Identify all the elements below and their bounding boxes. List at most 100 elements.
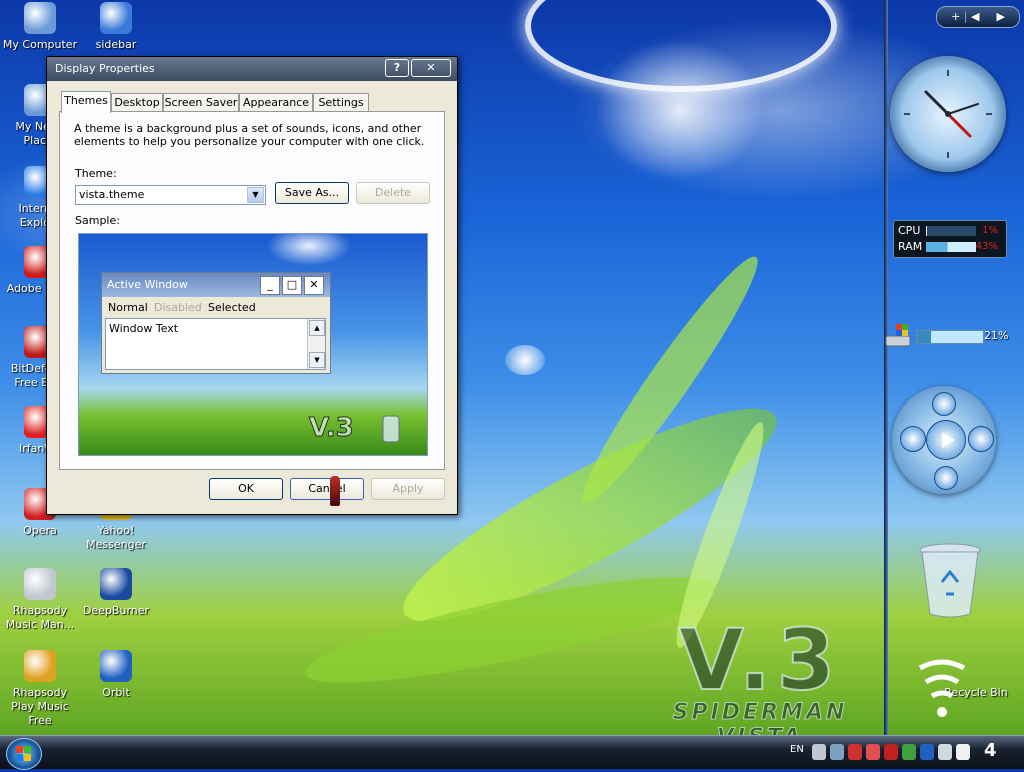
sidebar-prev-button[interactable]: ◀ bbox=[971, 10, 979, 23]
preview-menu-selected: Selected bbox=[208, 301, 256, 314]
chevron-down-icon[interactable]: ▼ bbox=[247, 187, 264, 203]
close-button[interactable]: ✕ bbox=[411, 59, 451, 77]
wallpaper-grass-blade bbox=[567, 245, 773, 515]
delete-button[interactable]: Delete bbox=[356, 182, 430, 204]
tab-themes[interactable]: Themes bbox=[61, 91, 111, 113]
system-tray: EN 4 bbox=[788, 740, 1024, 766]
clock-gadget[interactable] bbox=[890, 56, 1006, 172]
shuffle-button[interactable] bbox=[932, 392, 956, 416]
drive-icon bbox=[885, 324, 911, 347]
sample-label: Sample: bbox=[75, 214, 120, 227]
desktop-icon-label: DeepBurner bbox=[82, 604, 150, 617]
tray-bitdefender-icon[interactable] bbox=[884, 744, 898, 760]
apply-button[interactable]: Apply bbox=[371, 478, 445, 500]
tray-app-icon[interactable] bbox=[956, 744, 970, 760]
scroll-down-icon: ▼ bbox=[309, 352, 325, 368]
dialog-title: Display Properties bbox=[55, 62, 155, 75]
tab-screen-saver[interactable]: Screen Saver bbox=[163, 93, 239, 112]
desktop-icon-label: Yahoo! Messenger bbox=[86, 524, 146, 551]
play-icon bbox=[942, 432, 955, 448]
preview-menu-normal: Normal bbox=[108, 301, 148, 314]
preview-title-bar: Active Window _ □ ✕ bbox=[102, 273, 330, 297]
start-button[interactable] bbox=[6, 738, 42, 770]
rhapsody-icon bbox=[24, 568, 56, 600]
media-player-gadget bbox=[892, 386, 996, 494]
wireless-signal-icon bbox=[918, 659, 966, 717]
sidebar-divider bbox=[884, 0, 888, 735]
play-button[interactable] bbox=[926, 420, 966, 460]
preview-minimize-icon: _ bbox=[260, 276, 280, 295]
theme-label: Theme: bbox=[75, 167, 117, 180]
ok-button[interactable]: OK bbox=[209, 478, 283, 500]
disk-usage-bar bbox=[916, 330, 984, 344]
preview-window-title: Active Window bbox=[107, 278, 188, 291]
desktop-icon[interactable]: My Computer bbox=[0, 2, 80, 52]
ram-bar bbox=[926, 242, 976, 252]
preview-close-icon: ✕ bbox=[304, 276, 324, 295]
display-properties-dialog: Display Properties ? ✕ Themes Desktop Sc… bbox=[46, 56, 458, 515]
preview-active-window: Active Window _ □ ✕ Normal Disabled Sele… bbox=[101, 272, 331, 374]
theme-select-value: vista.theme bbox=[79, 188, 145, 201]
desktop-icon[interactable]: Orbit bbox=[76, 650, 156, 700]
theme-select[interactable]: vista.theme ▼ bbox=[75, 185, 266, 205]
tray-app-icon[interactable] bbox=[866, 744, 880, 760]
preview-menu-bar: Normal Disabled Selected bbox=[102, 298, 330, 316]
preview-text-area: Window Text ▲ ▼ bbox=[105, 318, 326, 370]
orbit-icon bbox=[100, 650, 132, 682]
help-button[interactable]: ? bbox=[385, 59, 409, 77]
desktop-icon[interactable]: Rhapsody Play Music Free bbox=[0, 650, 80, 728]
desktop-icon-label: Rhapsody Play Music Free bbox=[11, 686, 69, 727]
gear-icon bbox=[100, 2, 132, 34]
desktop-icon-label: My Computer bbox=[2, 38, 78, 51]
tray-app-icon[interactable] bbox=[830, 744, 844, 760]
previous-track-button[interactable] bbox=[900, 426, 926, 452]
stop-button[interactable] bbox=[934, 466, 958, 490]
cpu-ram-meter-gadget[interactable]: CPU 1% RAM 43% bbox=[893, 220, 1007, 258]
tab-settings[interactable]: Settings bbox=[313, 93, 369, 112]
preview-maximize-icon: □ bbox=[282, 276, 302, 295]
tray-app-icon[interactable] bbox=[938, 744, 952, 760]
recycle-bin-icon bbox=[919, 543, 981, 618]
save-as-button[interactable]: Save As... bbox=[275, 182, 349, 204]
desktop-icon-label: Orbit bbox=[102, 686, 130, 699]
wallpaper-logo-version: V.3 bbox=[678, 611, 842, 709]
wallpaper-light-orb bbox=[505, 345, 545, 375]
cancel-button[interactable]: Cancel bbox=[290, 478, 364, 500]
add-gadget-button[interactable]: + bbox=[951, 10, 960, 23]
tab-desktop[interactable]: Desktop bbox=[111, 93, 163, 112]
next-track-button[interactable] bbox=[968, 426, 994, 452]
scroll-up-icon: ▲ bbox=[309, 320, 325, 336]
recycle-bin-gadget[interactable] bbox=[918, 542, 982, 618]
ram-percent: 43% bbox=[975, 241, 998, 252]
preview-scrollbar: ▲ ▼ bbox=[307, 319, 325, 369]
desktop-icon[interactable]: DeepBurner bbox=[76, 568, 156, 618]
sidebar-nav-bar: + | ◀ ▶ bbox=[936, 6, 1020, 28]
cpu-percent: 1% bbox=[982, 225, 998, 236]
preview-wallpaper-logo-icon: V.3 bbox=[309, 413, 400, 444]
disk-usage-gadget[interactable]: 21% bbox=[884, 322, 1008, 350]
windows-logo-icon bbox=[16, 746, 31, 761]
ram-label: RAM bbox=[898, 240, 923, 253]
taskbar-clock[interactable]: 4 bbox=[984, 740, 997, 761]
wallpaper-halo bbox=[525, 0, 837, 92]
tray-app-icon[interactable] bbox=[812, 744, 826, 760]
tray-orbit-icon[interactable] bbox=[920, 744, 934, 760]
sidebar-next-button[interactable]: ▶ bbox=[996, 10, 1004, 23]
rhapsody-play-icon bbox=[24, 650, 56, 682]
cpu-label: CPU bbox=[898, 224, 921, 237]
desktop-icon-label: sidebar bbox=[95, 38, 137, 51]
mouse-cursor-icon bbox=[330, 476, 340, 506]
clock-face-icon bbox=[904, 70, 992, 158]
tray-security-icon[interactable] bbox=[848, 744, 862, 760]
computer-icon bbox=[24, 2, 56, 34]
tab-appearance[interactable]: Appearance bbox=[239, 93, 313, 112]
desktop-icon-label: Rhapsody Music Man... bbox=[5, 604, 75, 631]
desktop-icon[interactable]: Rhapsody Music Man... bbox=[0, 568, 80, 632]
desktop-icon[interactable]: sidebar bbox=[76, 2, 156, 52]
preview-window-text: Window Text bbox=[109, 322, 179, 335]
taskbar: EN 4 bbox=[0, 735, 1024, 770]
language-indicator[interactable]: EN bbox=[790, 744, 804, 760]
themes-panel: A theme is a background plus a set of so… bbox=[59, 111, 445, 470]
dialog-title-bar[interactable]: Display Properties ? ✕ bbox=[47, 57, 457, 81]
tray-app-icon[interactable] bbox=[902, 744, 916, 760]
